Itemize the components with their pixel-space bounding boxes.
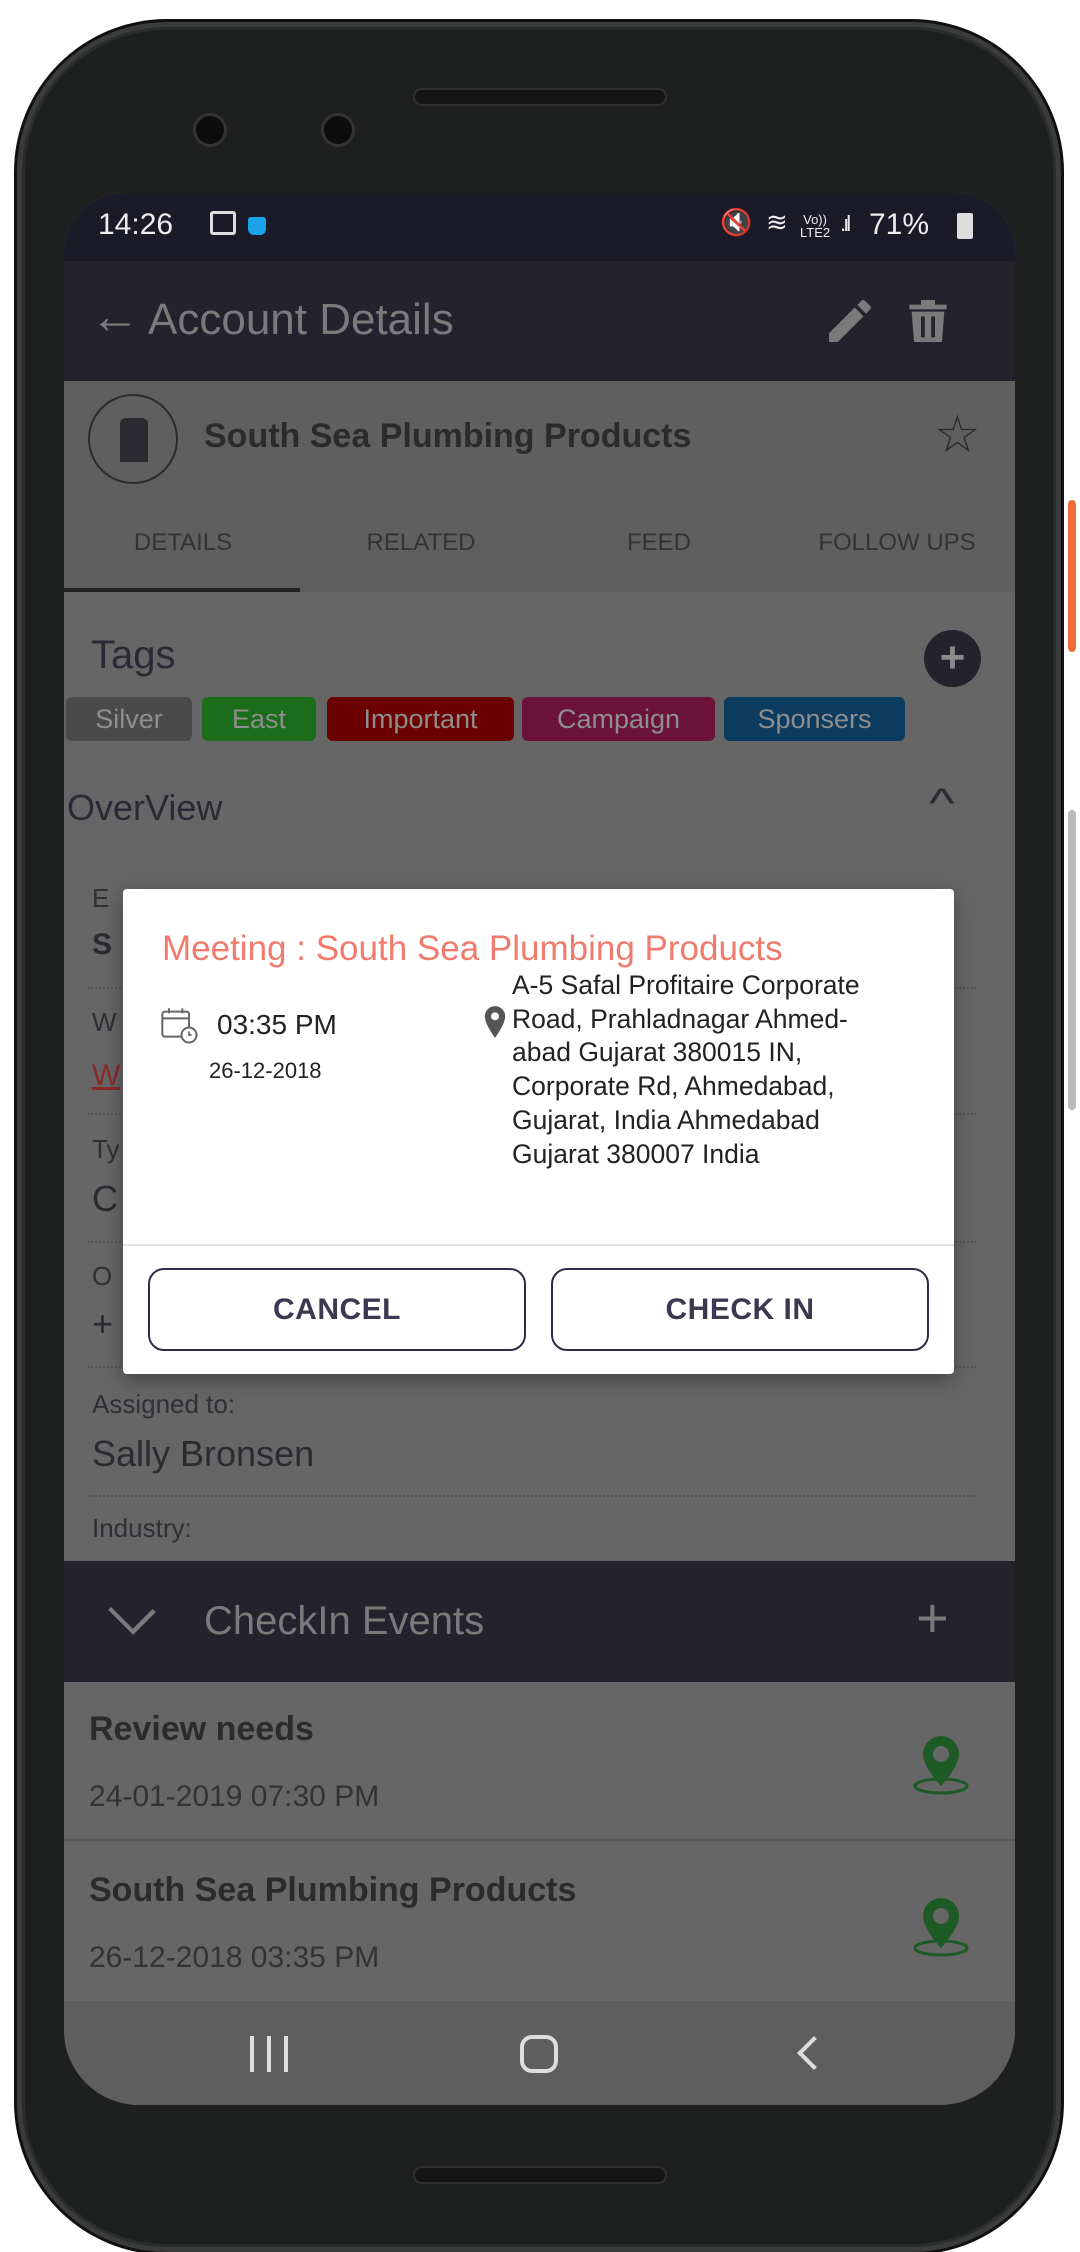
checkin-item-date: 24-01-2019 07:30 PM bbox=[89, 1780, 380, 1813]
page-title: Account Details bbox=[148, 295, 454, 344]
pencil-icon[interactable] bbox=[822, 293, 878, 349]
system-nav-bar bbox=[64, 2001, 1015, 2105]
calendar-clock-icon bbox=[161, 1008, 198, 1044]
add-checkin-icon[interactable]: + bbox=[916, 1585, 949, 1650]
checkin-item-title: Review needs bbox=[89, 1710, 314, 1748]
back-button[interactable] bbox=[797, 2036, 831, 2070]
wifi-icon: ≋ bbox=[766, 207, 788, 237]
chevron-down-icon[interactable] bbox=[108, 1587, 156, 1635]
overview-title: OverView bbox=[67, 787, 223, 828]
meeting-time: 03:35 PM bbox=[217, 1009, 337, 1040]
front-sensor bbox=[321, 113, 355, 147]
tab-details[interactable]: DETAILS bbox=[64, 493, 302, 592]
store-bag-icon bbox=[248, 217, 266, 235]
gallery-icon bbox=[210, 211, 236, 235]
meeting-checkin-dialog: Meeting : South Sea Plumbing Products 03… bbox=[123, 889, 954, 1374]
checkin-item[interactable]: Review needs 24-01-2019 07:30 PM bbox=[64, 1682, 1015, 1841]
battery-charging-icon bbox=[957, 213, 973, 239]
address-line: Gujarat, India Ahmedabad bbox=[512, 1104, 820, 1135]
tab-related[interactable]: RELATED bbox=[302, 493, 540, 592]
checkin-item-date: 26-12-2018 03:35 PM bbox=[89, 1941, 380, 1974]
app-bar: ← Account Details bbox=[64, 261, 1015, 381]
address-line: abad Gujarat 380015 IN, bbox=[512, 1037, 803, 1068]
screen: 14:26 🔇 ≋ Vo)) LTE2 .ıl 71% ← Account Det… bbox=[64, 193, 1015, 2105]
battery-percent: 71% bbox=[869, 208, 930, 241]
status-bar: 14:26 🔇 ≋ Vo)) LTE2 .ıl 71% bbox=[64, 193, 1015, 261]
field-value-type: C bbox=[92, 1178, 118, 1219]
tag-sponsers[interactable]: Sponsers bbox=[724, 697, 905, 741]
checkin-item[interactable]: South Sea Plumbing Products 26-12-2018 0… bbox=[64, 1841, 1015, 2001]
meeting-date: 26-12-2018 bbox=[209, 1058, 322, 1083]
meeting-address: A-5 Safal Profitaire Corporate Road, Pra… bbox=[512, 969, 932, 1171]
active-tab-indicator bbox=[64, 588, 300, 592]
tag-silver[interactable]: Silver bbox=[66, 697, 192, 741]
checkin-item-title: South Sea Plumbing Products bbox=[89, 1871, 577, 1909]
checkin-events-header[interactable]: CheckIn Events + bbox=[64, 1561, 1015, 1682]
cancel-button[interactable]: CANCEL bbox=[148, 1268, 526, 1351]
address-line: Road, Prahladnagar Ahmed- bbox=[512, 1003, 848, 1034]
address-line: Gujarat 380007 India bbox=[512, 1138, 760, 1169]
divider bbox=[88, 1495, 976, 1497]
field-value-o: + bbox=[92, 1303, 114, 1344]
status-time: 14:26 bbox=[98, 208, 174, 241]
check-in-button[interactable]: CHECK IN bbox=[551, 1268, 929, 1351]
star-outline-icon[interactable]: ☆ bbox=[934, 405, 981, 465]
map-pin-icon[interactable] bbox=[909, 1894, 973, 1958]
earpiece-speaker bbox=[413, 88, 667, 106]
tags-title-text: Tags bbox=[91, 633, 176, 677]
tags-title: Tags bbox=[91, 633, 176, 678]
address-line: Corporate Rd, Ahmedabad, bbox=[512, 1071, 835, 1102]
back-arrow-icon[interactable]: ← bbox=[90, 287, 140, 345]
account-avatar bbox=[88, 394, 178, 484]
field-label-website: W bbox=[92, 1007, 117, 1037]
field-value-email: S bbox=[92, 928, 113, 961]
assigned-label: Assigned to: bbox=[92, 1389, 236, 1419]
tab-follow-ups[interactable]: FOLLOW UPS bbox=[778, 493, 1015, 592]
cabinet-icon bbox=[120, 418, 148, 462]
side-button bbox=[1068, 810, 1076, 1110]
industry-label: Industry: bbox=[92, 1513, 192, 1543]
mute-vibrate-icon: 🔇 bbox=[720, 207, 753, 237]
dialog-divider bbox=[123, 1244, 954, 1246]
home-button[interactable] bbox=[520, 2035, 558, 2073]
dialog-title: Meeting : South Sea Plumbing Products bbox=[162, 929, 783, 968]
location-pin-icon bbox=[484, 1006, 506, 1038]
tag-campaign[interactable]: Campaign bbox=[522, 697, 715, 741]
map-pin-icon[interactable] bbox=[909, 1732, 973, 1796]
field-label-email: E bbox=[92, 883, 110, 913]
trash-icon[interactable] bbox=[900, 293, 956, 349]
address-line: A-5 Safal Profitaire Corporate bbox=[512, 970, 860, 1000]
volume-button bbox=[1068, 500, 1076, 652]
bottom-speaker bbox=[413, 2166, 667, 2184]
lte-icon: Vo)) LTE2 bbox=[800, 212, 831, 240]
tab-feed[interactable]: FEED bbox=[540, 493, 778, 592]
recent-apps-button[interactable] bbox=[250, 2036, 288, 2072]
account-name: South Sea Plumbing Products bbox=[204, 417, 692, 455]
field-value-website[interactable]: W bbox=[92, 1059, 120, 1093]
add-tag-button[interactable]: + bbox=[924, 630, 981, 687]
assigned-value: Sally Bronsen bbox=[92, 1433, 315, 1474]
front-camera bbox=[193, 113, 227, 147]
network-label: LTE2 bbox=[800, 225, 831, 240]
signal-icon: .ıl bbox=[840, 211, 851, 236]
tag-east[interactable]: East bbox=[202, 697, 316, 741]
field-label-o: O bbox=[92, 1261, 113, 1291]
checkin-events-title: CheckIn Events bbox=[204, 1599, 485, 1643]
tag-important[interactable]: Important bbox=[327, 697, 514, 741]
field-label-type: Ty bbox=[92, 1134, 120, 1164]
chevron-up-icon[interactable]: ^ bbox=[929, 779, 955, 827]
